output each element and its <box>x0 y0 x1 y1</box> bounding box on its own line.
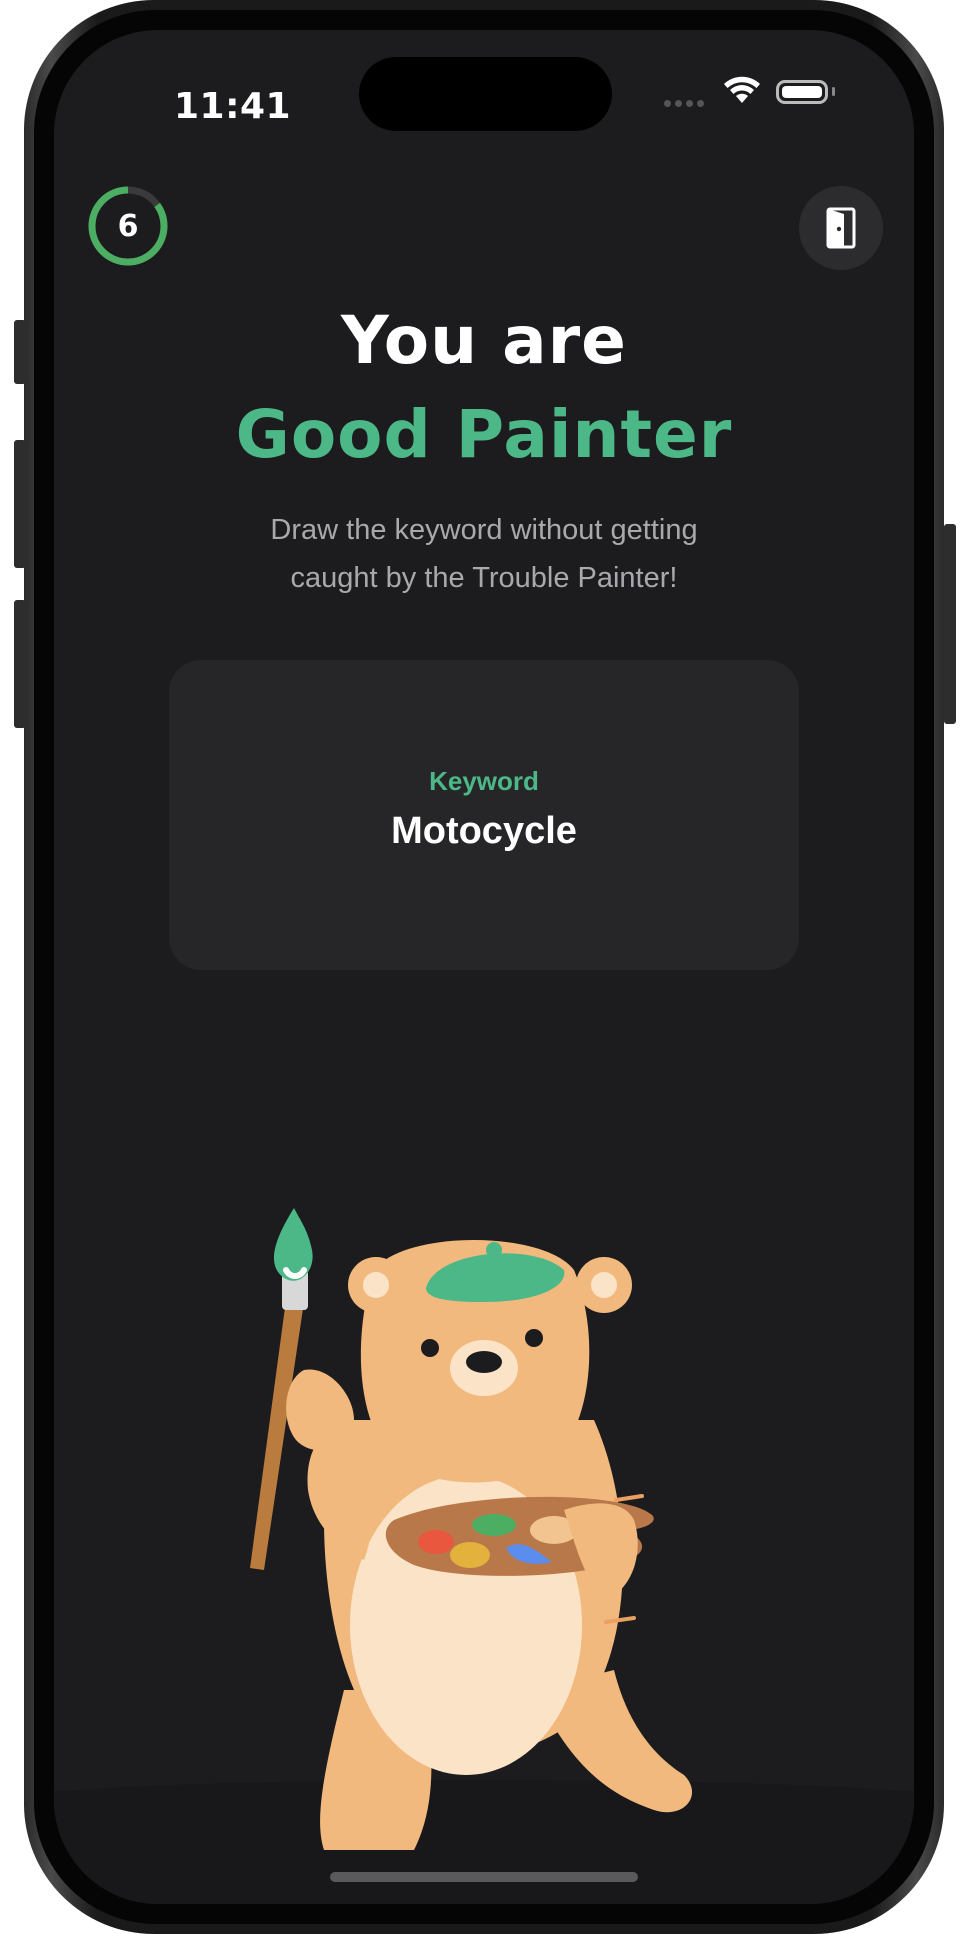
keyword-card: Keyword Motocycle <box>169 660 799 970</box>
power-button <box>944 524 956 724</box>
battery-icon <box>776 80 828 104</box>
status-time: 11:41 <box>174 86 292 127</box>
keyword-value: Motocycle <box>391 810 577 852</box>
role-title: Good Painter <box>235 396 733 473</box>
signal-icon <box>664 100 704 107</box>
keyword-label: Keyword <box>429 766 539 796</box>
headline-top: You are <box>341 302 627 379</box>
bear-painter-illustration <box>250 1208 693 1850</box>
dynamic-island <box>359 57 612 131</box>
instructions-line-2: caught by the Trouble Painter! <box>290 562 678 594</box>
action-button <box>14 320 26 384</box>
wifi-icon <box>724 76 760 103</box>
volume-up-button <box>14 440 26 568</box>
instructions-line-1: Draw the keyword without getting <box>270 514 698 546</box>
instructions-text: Draw the keyword without getting caught … <box>54 506 914 602</box>
battery-cap <box>832 87 835 96</box>
exit-room-button[interactable] <box>799 186 883 270</box>
exit-door-icon <box>826 207 856 249</box>
round-timer: 6 <box>86 184 170 268</box>
app-screen: 11:41 6 You are Good Painter Draw the ke… <box>54 30 914 1904</box>
volume-down-button <box>14 600 26 728</box>
timer-count: 6 <box>117 208 139 244</box>
home-indicator[interactable] <box>330 1872 638 1882</box>
